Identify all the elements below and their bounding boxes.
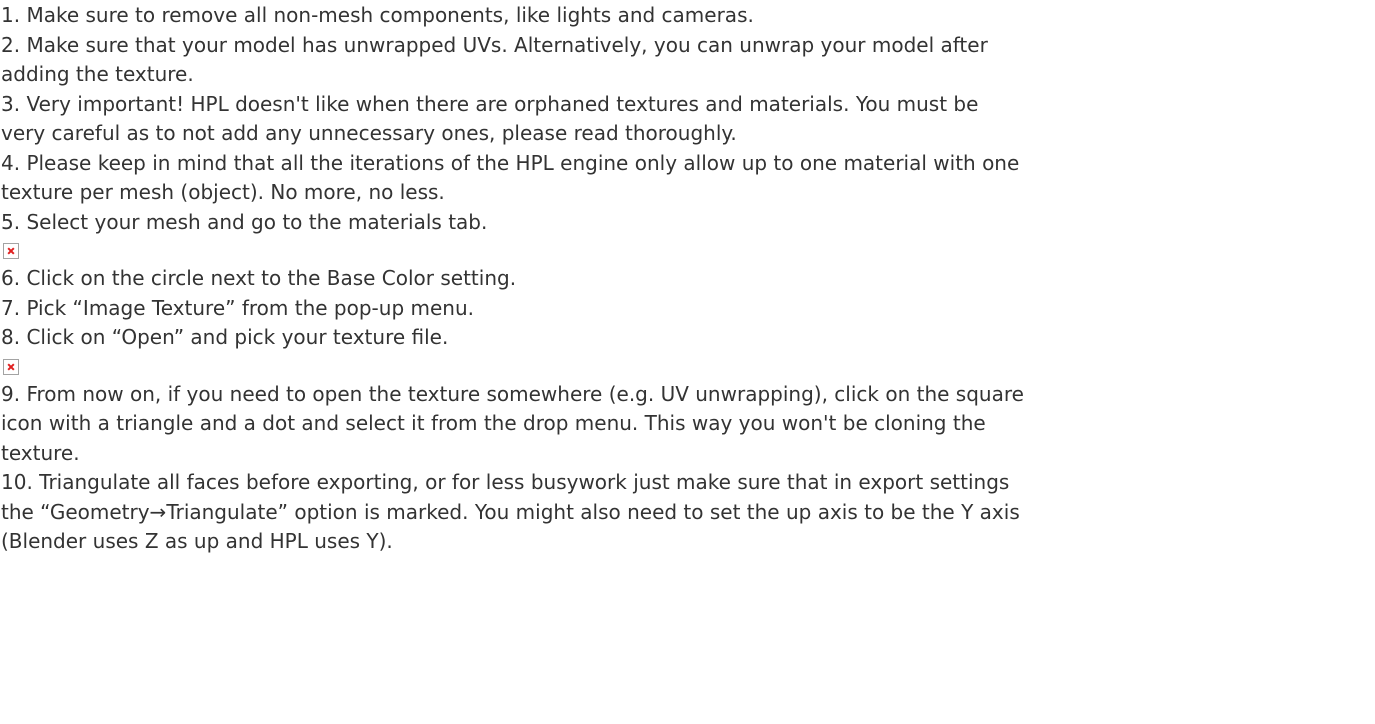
step-10-line-2: the “Geometry→Triangulate” option is mar… [1,499,1020,524]
step-3-line-1: 3. Very important! HPL doesn't like when… [1,91,979,116]
step-9-line-2: icon with a triangle and a dot and selec… [1,411,986,435]
step-9-line-3: texture. [1,440,80,465]
broken-image-icon [3,243,19,259]
step-2-line-2: adding the texture. [1,62,194,86]
step-7-line-1: 7. Pick “Image Texture” from the pop-up … [1,295,474,320]
instructions-document: 1. Make sure to remove all non-mesh comp… [1,1,1366,557]
broken-image-icon [3,358,19,375]
step-4-line-2: texture per mesh (object). No more, no l… [1,180,445,204]
step-9-line-1: 9. From now on, if you need to open the … [1,381,1024,406]
step-2-line-1: 2. Make sure that your model has unwrapp… [1,32,988,57]
step-3-line-2: very careful as to not add any unnecessa… [1,121,737,145]
step-10-line-3: (Blender uses Z as up and HPL uses Y). [1,529,393,553]
step-4-line-1: 4. Please keep in mind that all the iter… [1,150,1020,175]
step-5-line-1: 5. Select your mesh and go to the materi… [1,209,488,234]
step-10-line-1: 10. Triangulate all faces before exporti… [1,470,1010,494]
step-1-line-1: 1. Make sure to remove all non-mesh comp… [1,3,754,27]
step-8-line-1: 8. Click on “Open” and pick your texture… [1,325,449,349]
step-6-line-1: 6. Click on the circle next to the Base … [1,266,517,290]
